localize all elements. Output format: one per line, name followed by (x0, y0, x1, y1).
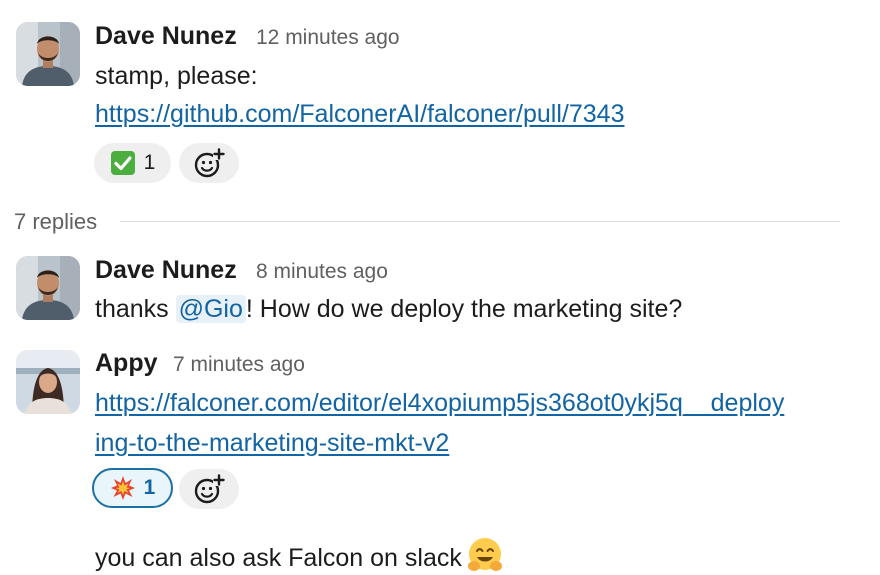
thread-divider (120, 221, 840, 222)
message-link-line: ing-to-the-marketing-site-mkt-v2 (95, 426, 449, 460)
github-pull-request-link[interactable]: https://github.com/FalconerAI/falconer/p… (95, 100, 624, 128)
reaction-white-check-mark[interactable]: 1 (94, 143, 171, 183)
avatar-dave-nunez[interactable] (16, 22, 80, 86)
message-text: you can also ask Falcon on slack (95, 536, 504, 575)
message-link-line: https://github.com/FalconerAI/falconer/p… (95, 97, 624, 131)
timestamp[interactable]: 7 minutes ago (173, 350, 305, 380)
reaction-count: 1 (143, 151, 156, 174)
thread-replies-count: 7 replies (14, 209, 98, 234)
add-reaction-icon (194, 474, 225, 504)
add-reaction-icon (194, 148, 225, 178)
white-check-mark-icon (110, 150, 136, 176)
message-text-after: ! How do we deploy the marketing site? (245, 295, 683, 323)
timestamp[interactable]: 12 minutes ago (256, 23, 400, 53)
avatar-dave-nunez[interactable] (16, 256, 80, 320)
author-name[interactable]: Appy (95, 348, 158, 378)
add-reaction-button[interactable] (179, 469, 239, 509)
message-text: thanks @Gio! How do we deploy the market… (95, 292, 682, 326)
collision-icon (110, 475, 136, 501)
timestamp[interactable]: 8 minutes ago (256, 257, 388, 287)
author-name[interactable]: Dave Nunez (95, 21, 237, 51)
message-text-before: thanks (95, 295, 176, 323)
avatar-appy[interactable] (16, 350, 80, 414)
falconer-editor-link[interactable]: https://falconer.com/editor/el4xopiump5j… (95, 389, 784, 417)
message-text: stamp, please: (95, 62, 258, 90)
author-name[interactable]: Dave Nunez (95, 255, 237, 285)
reaction-collision[interactable]: 1 (92, 468, 173, 508)
hugging-face-icon (466, 536, 504, 574)
message-link-line: https://falconer.com/editor/el4xopiump5j… (95, 386, 784, 420)
add-reaction-button[interactable] (179, 143, 239, 183)
user-mention[interactable]: @Gio (175, 295, 246, 323)
falconer-editor-link-continued[interactable]: ing-to-the-marketing-site-mkt-v2 (95, 429, 449, 457)
reaction-count: 1 (143, 476, 156, 499)
